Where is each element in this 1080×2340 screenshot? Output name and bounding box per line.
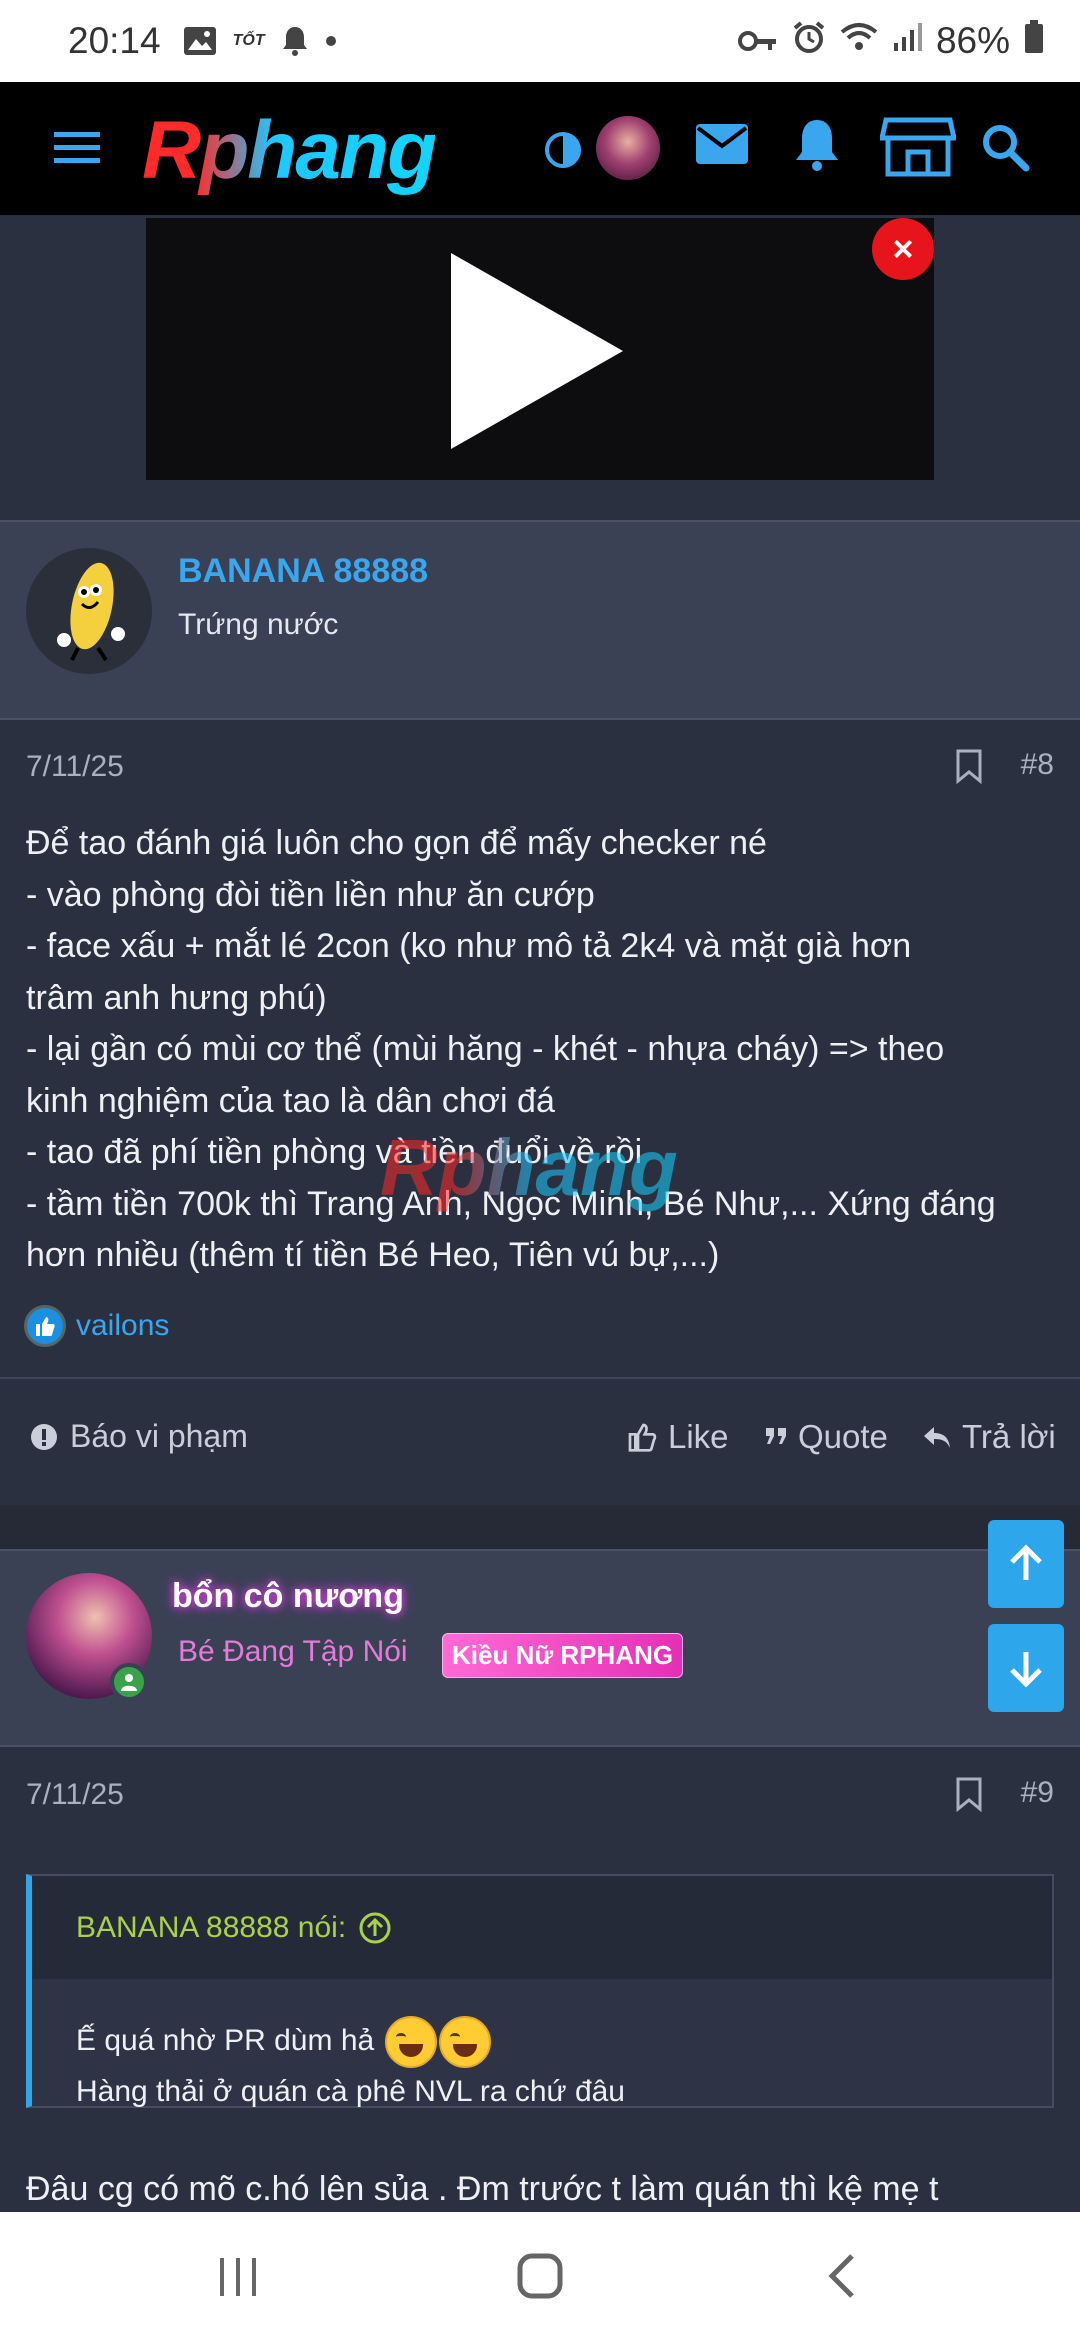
divider <box>0 1377 1080 1379</box>
report-button[interactable]: Báo vi phạm <box>30 1418 248 1455</box>
laughing-emoji-icon <box>438 2016 491 2068</box>
user-title: Bé Đang Tập Nói <box>178 1635 408 1668</box>
user-avatar[interactable] <box>596 116 660 180</box>
bell-icon[interactable] <box>792 116 842 177</box>
post-line: Để tao đánh giá luôn cho gọn để mấy chec… <box>26 824 767 862</box>
close-ad-button[interactable]: × <box>872 218 934 280</box>
back-icon[interactable] <box>822 2250 862 2307</box>
username[interactable]: BANANA 88888 <box>178 552 428 591</box>
tot-icon: TỐT <box>232 32 265 49</box>
quote-line: Hàng thải ở quán cà phê NVL ra chứ đâu <box>76 2075 625 2108</box>
dot-icon <box>325 35 337 47</box>
theme-toggle-icon[interactable] <box>543 130 583 175</box>
search-icon[interactable] <box>980 122 1030 177</box>
avatar[interactable] <box>26 548 152 674</box>
video-player[interactable] <box>146 218 934 480</box>
store-icon[interactable] <box>878 116 958 183</box>
scroll-top-button[interactable] <box>988 1520 1064 1608</box>
arrow-down-icon <box>1010 1652 1042 1688</box>
user-title: Trứng nước <box>178 608 339 641</box>
like-reaction-icon <box>24 1305 66 1347</box>
like-button[interactable]: Like <box>626 1418 729 1456</box>
system-nav-bar <box>0 2212 1080 2340</box>
play-icon[interactable] <box>451 253 623 449</box>
reply-icon <box>924 1427 950 1448</box>
alert-icon <box>31 1423 57 1450</box>
post-separator <box>0 1505 1080 1549</box>
quote-label: Quote <box>798 1418 888 1455</box>
username[interactable]: bổn cô nương <box>172 1577 404 1616</box>
post-body: Đâu cg có mõ c.hó lên sủa . Đm trước t l… <box>26 2170 939 2208</box>
post-body: Để tao đánh giá luôn cho gọn để mấy chec… <box>26 818 1056 1282</box>
user-badge: Kiều Nữ RPHANG <box>442 1633 684 1678</box>
post-line: - face xấu + mắt lé 2con (ko như mô tả 2… <box>26 927 912 965</box>
quote-block: BANANA 88888 nói: Ế quá nhờ PR dùm hả Hà… <box>26 1874 1054 2108</box>
menu-icon[interactable] <box>52 128 102 173</box>
arrow-up-icon <box>1010 1544 1042 1580</box>
post-number[interactable]: #8 <box>1021 748 1054 782</box>
quote-header[interactable]: BANANA 88888 nói: <box>32 1876 1052 1979</box>
post-number[interactable]: #9 <box>1021 1776 1054 1810</box>
online-status-icon <box>110 1663 148 1701</box>
battery-percent: 86% <box>935 20 1010 61</box>
bookmark-icon[interactable] <box>955 1776 983 1817</box>
gallery-icon <box>183 26 217 56</box>
arrow-circle-up-icon <box>359 1912 391 1943</box>
post-date[interactable]: 7/11/25 <box>26 750 124 784</box>
report-label: Báo vi phạm <box>70 1418 248 1454</box>
post-line: - lại gần có mùi cơ thể (mùi hăng - khét… <box>26 1030 945 1068</box>
quote-button[interactable]: Quote <box>764 1418 888 1456</box>
mail-icon[interactable] <box>694 122 750 171</box>
quote-icon <box>766 1428 786 1444</box>
key-icon <box>737 20 778 62</box>
laughing-emoji-icon <box>384 2016 437 2068</box>
status-bar: 20:14 TỐT 86% <box>0 0 1080 82</box>
status-right: 86% <box>737 19 1044 63</box>
post-user-bar: bổn cô nương Bé Đang Tập Nói Kiều Nữ RPH… <box>0 1549 1080 1747</box>
reaction-summary[interactable]: vailons <box>24 1305 169 1347</box>
clock: 20:14 <box>68 20 161 61</box>
wifi-icon <box>840 20 878 62</box>
post-line: - tao đã phí tiền phòng và tiền đuổi về … <box>26 1133 643 1171</box>
post-line: kinh nghiệm của tao là dân chơi đá <box>26 1081 555 1120</box>
post-line: - vào phòng đòi tiền liền như ăn cướp <box>26 875 595 914</box>
reply-button[interactable]: Trả lời <box>922 1418 1056 1456</box>
home-icon[interactable] <box>514 2250 566 2307</box>
quote-line: Ế quá nhờ PR dùm hả <box>76 2016 625 2068</box>
site-header: Rphang <box>0 82 1080 215</box>
post-line: hơn nhiều (thêm tí tiền Bé Heo, Tiên vú … <box>26 1236 720 1274</box>
thumbs-up-icon <box>628 1423 657 1452</box>
reaction-user[interactable]: vailons <box>76 1309 169 1343</box>
scroll-bottom-button[interactable] <box>988 1624 1064 1712</box>
battery-icon <box>1024 19 1044 63</box>
post-date[interactable]: 7/11/25 <box>26 1778 124 1812</box>
quote-body: Ế quá nhờ PR dùm hả Hàng thải ở quán cà … <box>76 2016 625 2116</box>
post-actions: Báo vi phạm Like Quote Trả lời <box>0 1400 1080 1484</box>
quote-author[interactable]: BANANA 88888 nói: <box>76 1911 346 1945</box>
reply-label: Trả lời <box>962 1418 1056 1455</box>
site-logo[interactable]: Rphang <box>142 104 437 198</box>
post-user-bar: BANANA 88888 Trứng nước <box>0 520 1080 720</box>
recent-apps-icon[interactable] <box>214 2250 262 2307</box>
quote-text: Ế quá nhờ PR dùm hả <box>76 2023 375 2057</box>
bookmark-icon[interactable] <box>955 748 983 789</box>
post-line: trâm anh hưng phú) <box>26 978 327 1017</box>
post-line: - tầm tiền 700k thì Trang Anh, Ngọc Minh… <box>26 1184 996 1223</box>
alarm-icon <box>792 20 826 63</box>
signal-icon <box>892 20 922 62</box>
like-label: Like <box>668 1418 729 1455</box>
notification-bell-icon <box>281 25 309 57</box>
